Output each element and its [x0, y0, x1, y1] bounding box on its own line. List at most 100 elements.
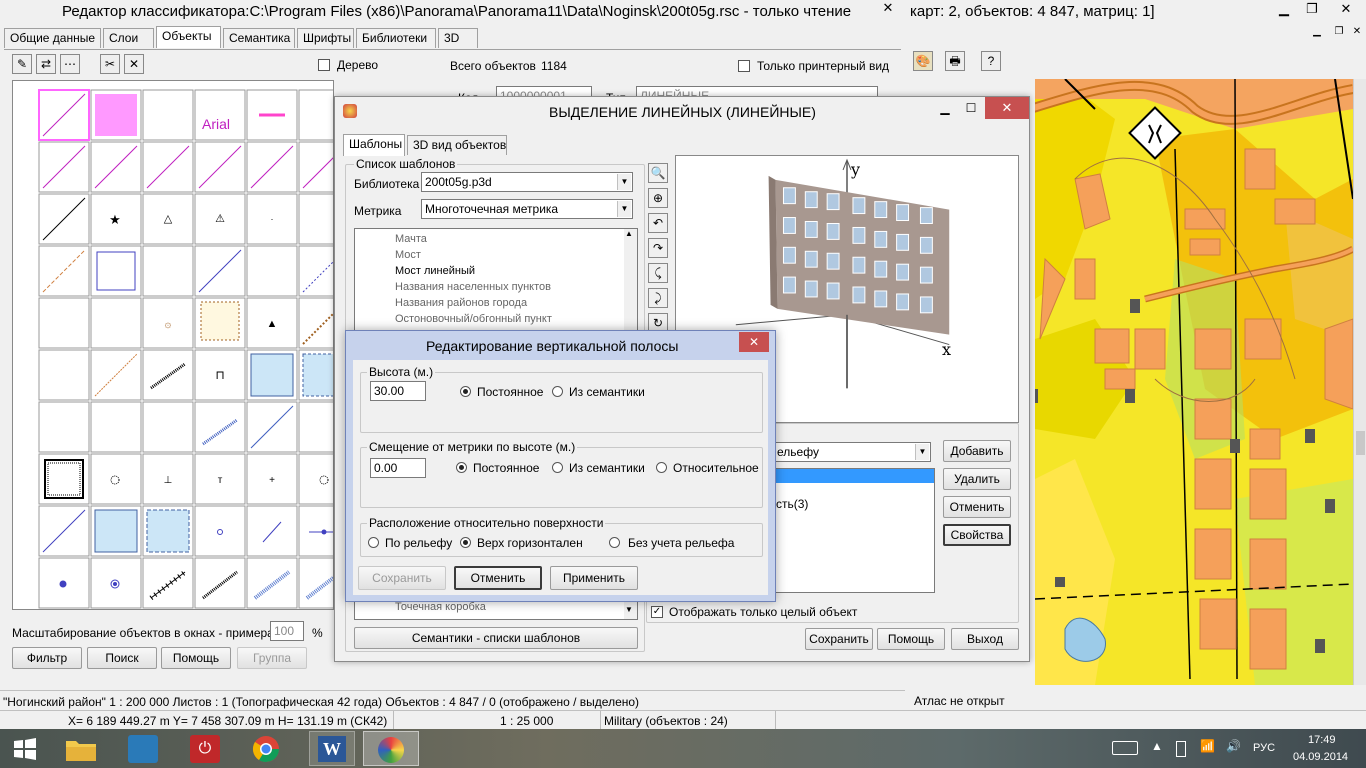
library-combo[interactable]: 200t05g.p3d ▼	[421, 172, 633, 192]
dialog3d-save-button[interactable]: Сохранить	[805, 628, 873, 650]
map-inner-minimize-button[interactable]: ▁	[1307, 26, 1327, 40]
offset-field[interactable]: 0.00	[370, 458, 426, 478]
only-whole-checkbox[interactable]: ✓	[651, 606, 663, 618]
help-cursor-icon[interactable]: ?	[981, 51, 1001, 71]
classifier-close-button[interactable]: ✕	[873, 0, 903, 18]
edit-tool-icon[interactable]: ✎	[12, 54, 32, 74]
start-button[interactable]	[12, 737, 38, 761]
rotate-z-left-icon[interactable]: ↶	[648, 213, 668, 233]
dialog3d-close-button[interactable]: ✕	[985, 97, 1029, 119]
tree-item-mast[interactable]: Мачта	[395, 233, 427, 245]
delete-button[interactable]: Удалить	[943, 468, 1011, 490]
rotate-z-right-icon[interactable]: ↷	[648, 238, 668, 258]
group-button[interactable]: Группа	[237, 647, 307, 669]
dialog3d-minimize-button[interactable]: ▁	[933, 101, 957, 119]
grid-tool-icon[interactable]: ⋯	[60, 54, 80, 74]
map-inner-close-button[interactable]: ✕	[1349, 26, 1365, 40]
relief-combo[interactable]: ельефу ▼	[773, 442, 931, 462]
network-icon[interactable]: 📶	[1200, 739, 1215, 753]
metric-combo[interactable]: Многоточечная метрика ▼	[421, 199, 633, 219]
map-inner-restore-button[interactable]: ❐	[1329, 26, 1349, 40]
map-close-button[interactable]: ✕	[1333, 2, 1359, 18]
delete-tool-icon[interactable]: ✕	[124, 54, 144, 74]
semantics-templates-button[interactable]: Семантики - списки шаблонов	[354, 627, 638, 649]
chrome-taskbar-icon[interactable]	[251, 734, 281, 764]
cut-tool-icon[interactable]: ✂	[100, 54, 120, 74]
surface-top-horizontal-radio[interactable]	[460, 537, 471, 548]
add-button[interactable]: Добавить	[943, 440, 1011, 462]
offset-constant-radio[interactable]	[456, 462, 467, 473]
list-item[interactable]: сть(3)	[776, 497, 808, 511]
panorama-settings-taskbar-icon[interactable]	[128, 735, 158, 763]
tab-3d-view[interactable]: 3D вид объектов	[407, 135, 507, 155]
map-vscroll[interactable]	[1353, 79, 1366, 685]
vband-save-button[interactable]: Сохранить	[358, 566, 446, 590]
tab-fonts[interactable]: Шрифты	[297, 28, 354, 48]
offset-semantics-radio[interactable]	[552, 462, 563, 473]
keyboard-icon[interactable]	[1112, 741, 1138, 755]
app-icon	[343, 104, 357, 118]
rotate-y-left-icon[interactable]: ⤹	[648, 263, 668, 283]
tab-general[interactable]: Общие данные	[4, 28, 101, 48]
metric-combo-value: Многоточечная метрика	[425, 202, 559, 216]
taskbar: ⏻ W ▲ 📶 🔊 РУС 17:49 04.09.2014	[0, 729, 1366, 768]
svg-text:⊥: ⊥	[164, 475, 173, 486]
map-minimize-button[interactable]: ▁	[1271, 2, 1297, 18]
zoom-out-icon[interactable]: ⊕	[648, 188, 668, 208]
selected-list-item[interactable]	[774, 469, 934, 483]
tab-semantics[interactable]: Семантика	[223, 28, 295, 48]
offset-relative-radio[interactable]	[656, 462, 667, 473]
elements-list[interactable]: сть(3)	[773, 468, 935, 593]
surface-relief-radio[interactable]	[368, 537, 379, 548]
word-taskbar-icon[interactable]: W	[309, 731, 355, 766]
map-restore-button[interactable]: ❐	[1299, 2, 1325, 18]
revert-button[interactable]: Отменить	[943, 496, 1011, 518]
tree-item-bridge[interactable]: Мост	[395, 249, 421, 261]
battery-icon[interactable]	[1176, 741, 1186, 757]
properties-button[interactable]: Свойства	[943, 524, 1011, 546]
tab-layers[interactable]: Слои	[103, 28, 154, 48]
height-semantics-radio[interactable]	[552, 386, 563, 397]
dialog3d-help-button[interactable]: Помощь	[877, 628, 945, 650]
tree-item-district-names[interactable]: Названия районов города	[395, 297, 527, 309]
map-canvas[interactable]	[1035, 79, 1353, 685]
palette-tool-icon[interactable]: 🎨	[913, 51, 933, 71]
filter-button[interactable]: Фильтр	[12, 647, 82, 669]
scale-field[interactable]: 100	[270, 621, 304, 641]
tree-checkbox[interactable]	[318, 59, 330, 71]
tree-item-stop-point[interactable]: Остоновочный/обгонный пункт	[395, 313, 552, 325]
zoom-in-icon[interactable]: 🔍	[648, 163, 668, 183]
tab-templates[interactable]: Шаблоны	[343, 134, 405, 156]
tab-libraries[interactable]: Библиотеки	[356, 28, 436, 48]
power-taskbar-icon[interactable]: ⏻	[190, 735, 220, 763]
clock-date[interactable]: 04.09.2014	[1293, 751, 1348, 763]
language-indicator[interactable]: РУС	[1253, 742, 1275, 754]
panorama-taskbar-icon[interactable]	[363, 731, 419, 766]
tree-item-settlement-names[interactable]: Названия населенных пунктов	[395, 281, 551, 293]
printer-view-checkbox[interactable]	[738, 60, 750, 72]
tab-objects[interactable]: Объекты	[156, 26, 221, 48]
chevron-down-icon: ▼	[915, 444, 929, 460]
explorer-taskbar-icon[interactable]	[64, 735, 98, 763]
chevron-down-icon: ▼	[617, 174, 631, 190]
print-tool-icon[interactable]: 🖶	[945, 51, 965, 71]
dialog3d-titlebar: ВЫДЕЛЕНИЕ ЛИНЕЙНЫХ (ЛИНЕЙНЫЕ) ▁ ☐ ✕	[335, 97, 1029, 127]
tab-3d[interactable]: 3D	[438, 28, 478, 48]
vband-apply-button[interactable]: Применить	[550, 566, 638, 590]
show-hidden-icon[interactable]: ▲	[1151, 739, 1163, 753]
rotate-y-right-icon[interactable]: ⤸	[648, 288, 668, 308]
tree-item-linear-bridge[interactable]: Мост линейный	[395, 265, 475, 277]
tree-item-point-box[interactable]: Точечная коробка	[395, 601, 486, 613]
clock-time[interactable]: 17:49	[1308, 734, 1336, 746]
vband-close-button[interactable]: ✕	[739, 332, 769, 352]
height-field[interactable]: 30.00	[370, 381, 426, 401]
dialog3d-exit-button[interactable]: Выход	[951, 628, 1019, 650]
move-tool-icon[interactable]: ⇄	[36, 54, 56, 74]
search-button[interactable]: Поиск	[87, 647, 157, 669]
vband-cancel-button[interactable]: Отменить	[454, 566, 542, 590]
height-constant-radio[interactable]	[460, 386, 471, 397]
surface-no-relief-radio[interactable]	[609, 537, 620, 548]
help-button[interactable]: Помощь	[161, 647, 231, 669]
dialog3d-maximize-button[interactable]: ☐	[959, 101, 983, 119]
volume-icon[interactable]: 🔊	[1226, 739, 1241, 753]
